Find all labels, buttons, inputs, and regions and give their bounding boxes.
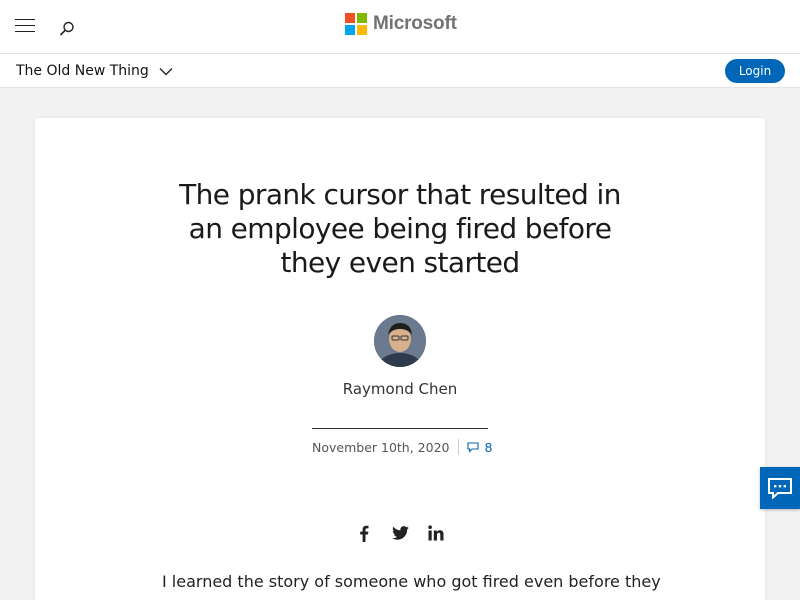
author-name[interactable]: Raymond Chen — [275, 380, 525, 398]
microsoft-logo-icon — [345, 13, 367, 35]
blog-nav-bar: The Old New Thing — [0, 54, 800, 88]
meta-divider — [312, 428, 488, 429]
blog-title-text: The Old New Thing — [16, 63, 149, 79]
login-button[interactable]: Login — [725, 59, 785, 83]
author-avatar[interactable] — [374, 315, 426, 367]
post-date: November 10th, 2020 — [312, 439, 450, 455]
hamburger-menu-icon[interactable] — [15, 19, 35, 33]
comment-icon — [466, 441, 479, 453]
twitter-icon[interactable] — [391, 524, 409, 542]
article-card: The prank cursor that resulted in an emp… — [35, 118, 765, 600]
top-header: Microsoft — [0, 0, 800, 54]
brand-name: Microsoft — [373, 13, 457, 34]
blog-title-dropdown[interactable]: The Old New Thing — [16, 63, 173, 79]
linkedin-icon[interactable] — [427, 524, 445, 542]
article-lead-paragraph: I learned the story of someone who got f… — [162, 572, 661, 591]
search-icon[interactable] — [58, 20, 76, 38]
chevron-down-icon — [159, 67, 173, 75]
post-meta: November 10th, 2020 8 — [312, 438, 492, 456]
comment-count: 8 — [484, 439, 493, 455]
share-bar — [355, 524, 445, 542]
post-title: The prank cursor that resulted in an emp… — [179, 178, 621, 279]
feedback-chat-icon — [768, 478, 792, 499]
microsoft-brand[interactable]: Microsoft — [345, 12, 457, 36]
feedback-button[interactable] — [760, 467, 800, 509]
comments-link[interactable]: 8 — [466, 439, 493, 455]
meta-separator — [457, 439, 459, 455]
facebook-icon[interactable] — [355, 524, 373, 542]
